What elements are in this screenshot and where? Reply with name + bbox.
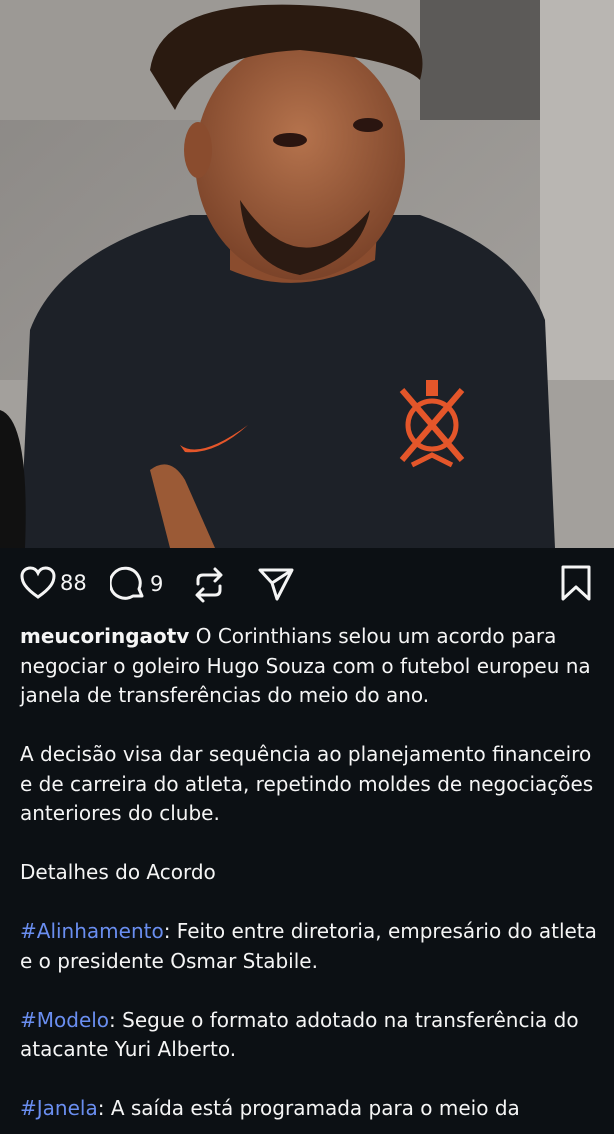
caption-item: #Alinhamento: Feito entre diretoria, emp… <box>20 917 600 976</box>
comment-action[interactable]: 9 <box>110 566 163 602</box>
repost-icon <box>195 567 223 603</box>
hashtag-link[interactable]: #Alinhamento <box>20 919 164 943</box>
like-action[interactable]: 88 <box>20 566 87 600</box>
hashtag-link[interactable]: #Janela <box>20 1096 98 1120</box>
post-photo[interactable] <box>0 0 614 548</box>
caption-paragraph: A decisão visa dar sequência ao planejam… <box>20 742 594 825</box>
caption-intro: meucoringaotv O Corinthians selou um aco… <box>20 622 600 711</box>
bookmark-icon <box>561 565 591 601</box>
repost-button[interactable] <box>192 566 226 604</box>
caption-item: #Janela: A saída está programada para o … <box>20 1094 600 1124</box>
save-button[interactable] <box>560 564 592 602</box>
caption-username[interactable]: meucoringaotv <box>20 624 189 648</box>
post-caption: meucoringaotv O Corinthians selou um aco… <box>20 622 600 1124</box>
caption-item: #Modelo: Segue o formato adotado na tran… <box>20 1006 600 1065</box>
caption-item-text: : A saída está programada para o meio da <box>97 1096 520 1120</box>
heart-icon <box>20 566 56 599</box>
hashtag-link[interactable]: #Modelo <box>20 1008 109 1032</box>
post-action-bar: 88 9 <box>0 548 614 622</box>
send-icon <box>258 568 294 601</box>
caption-heading: Detalhes do Acordo <box>20 860 216 884</box>
comment-icon <box>110 566 144 600</box>
comment-count: 9 <box>150 572 164 596</box>
player-photo-illustration <box>0 0 614 548</box>
share-button[interactable] <box>257 566 295 602</box>
like-count: 88 <box>60 571 87 595</box>
